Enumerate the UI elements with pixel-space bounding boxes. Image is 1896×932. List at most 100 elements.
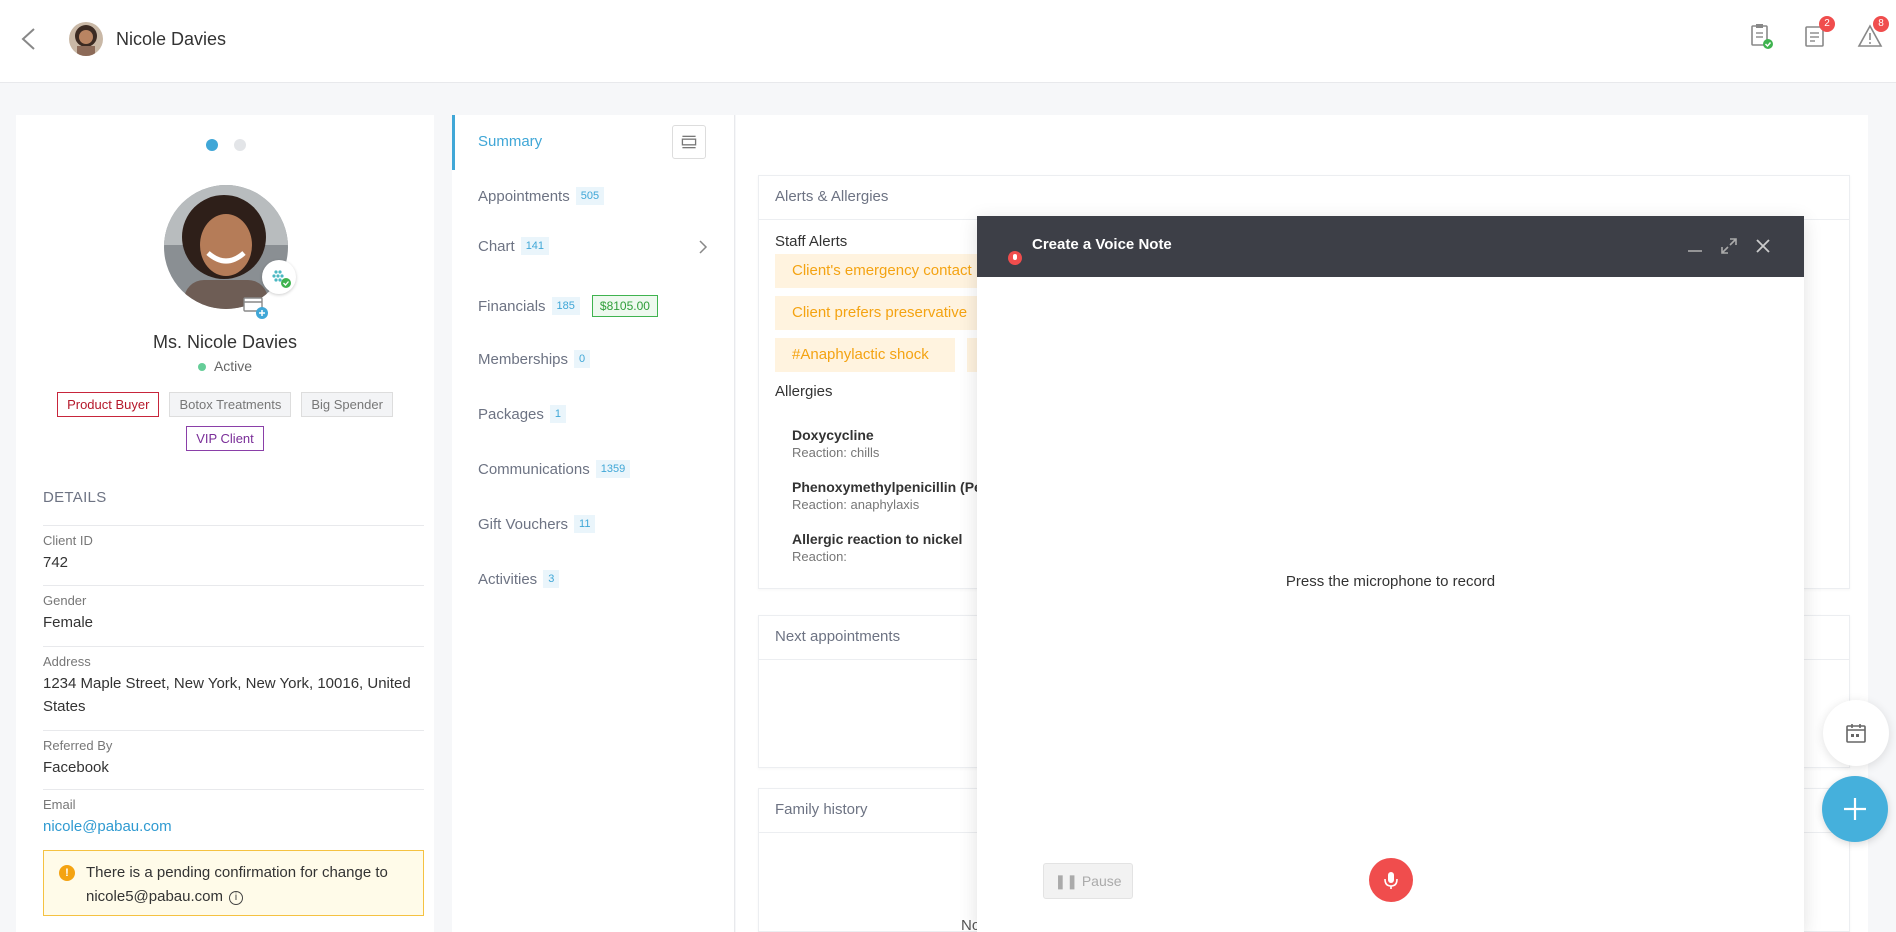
staff-alerts-title: Staff Alerts (775, 233, 848, 250)
detail-client-id: Client ID 742 (43, 525, 424, 574)
nav-label: Communications (478, 460, 590, 478)
nav-financials[interactable]: Financials 185 $8105.00 (478, 295, 658, 317)
nav-count: 185 (551, 297, 580, 315)
nav-packages[interactable]: Packages 1 (478, 405, 566, 423)
nav-chart[interactable]: Chart 141 (478, 237, 550, 255)
profile-name: Ms. Nicole Davies (152, 332, 298, 352)
add-fab[interactable] (1822, 776, 1888, 842)
allergy-reaction: Reaction: chills (792, 445, 880, 460)
record-button[interactable] (1369, 858, 1413, 902)
top-bar: Nicole Davies 2 8 (0, 0, 1896, 83)
pause-button[interactable]: ❚❚ Pause (1043, 863, 1133, 899)
detail-value: Female (43, 614, 94, 631)
nav-appointments[interactable]: Appointments 505 (478, 187, 605, 205)
carousel-dots (206, 139, 246, 151)
allergy-item: Doxycycline Reaction: chills (792, 427, 879, 460)
nav-label: Summary (478, 133, 543, 150)
info-icon[interactable]: i (228, 891, 243, 905)
nav-label: Packages (478, 405, 544, 423)
nav-count: 141 (520, 237, 550, 255)
allergy-reaction: Reaction: anaphylaxis (792, 497, 920, 512)
detail-label: Email (43, 797, 76, 812)
avatar[interactable] (69, 22, 103, 56)
allergy-name: Phenoxymethylpenicillin (Pe (792, 479, 982, 495)
nav-summary[interactable]: Summary (478, 133, 542, 150)
modal-title: Create a Voice Note (1032, 236, 1172, 253)
detail-value: Facebook (43, 759, 109, 776)
chevron-right-icon[interactable] (696, 239, 710, 255)
nav-gift-vouchers[interactable]: Gift Vouchers 11 (478, 515, 596, 533)
nav-count: 505 (575, 187, 605, 205)
calendar-icon (1846, 724, 1866, 743)
detail-value: 742 (43, 554, 69, 571)
notes-badge: 2 (1819, 16, 1835, 32)
carousel-dot-2[interactable] (234, 139, 246, 151)
nav-label: Memberships (478, 350, 569, 368)
modal-header: Create a Voice Note (977, 216, 1804, 277)
allergies-title: Allergies (775, 383, 833, 400)
staff-alert[interactable]: #Anaphylactic shock (775, 338, 955, 372)
email-link[interactable]: nicole@pabau.com (43, 815, 424, 838)
tag-vip-client[interactable]: VIP Client (186, 426, 264, 451)
allergy-reaction: Reaction: (792, 549, 847, 564)
voice-note-modal: Create a Voice Note Press the microphone… (977, 216, 1804, 932)
pause-label: Pause (1081, 873, 1122, 889)
tag-big-spender[interactable]: Big Spender (301, 392, 393, 417)
allergy-name: Doxycycline (792, 427, 874, 443)
status-text: Active (213, 358, 253, 374)
detail-email: Email nicole@pabau.com (43, 789, 424, 838)
pause-icon: ❚❚ (1054, 873, 1078, 889)
calendar-fab[interactable] (1823, 700, 1889, 766)
detail-address: Address 1234 Maple Street, New York, New… (43, 646, 424, 718)
detail-referred-by: Referred By Facebook (43, 730, 424, 779)
financial-balance: $8105.00 (591, 295, 658, 317)
status-badge: Active (16, 358, 434, 374)
staff-alert[interactable]: Client prefers preservative (775, 296, 995, 330)
nav-count: 3 (543, 570, 560, 588)
section-nav: Summary Appointments 505 Chart 141 Financi… (452, 115, 735, 932)
allergy-item: Allergic reaction to nickel Reaction: (792, 531, 962, 564)
profile-card: Ms. Nicole Davies Active Product Buyer B… (16, 115, 434, 932)
back-arrow-icon[interactable] (18, 26, 40, 52)
card-add-icon[interactable] (242, 295, 270, 321)
tag-product-buyer[interactable]: Product Buyer (57, 392, 160, 417)
status-dot-icon (197, 363, 206, 372)
nav-label: Financials (478, 297, 546, 315)
tag-botox-treatments[interactable]: Botox Treatments (169, 392, 292, 417)
nav-memberships[interactable]: Memberships 0 (478, 350, 591, 368)
details-title: DETAILS (43, 489, 107, 506)
plus-icon (1844, 798, 1866, 820)
nav-communications[interactable]: Communications 1359 (478, 460, 631, 478)
minimize-icon[interactable] (1685, 236, 1705, 256)
record-indicator-icon (1008, 251, 1022, 265)
detail-value: 1234 Maple Street, New York, New York, 1… (43, 675, 411, 715)
staff-alert[interactable]: Client's emergency contact (775, 254, 995, 288)
nav-label: Chart (478, 237, 515, 255)
nav-label: Appointments (478, 187, 570, 205)
nav-count: 1 (549, 405, 566, 423)
microphone-icon (1384, 872, 1398, 889)
panel-title: Alerts & Allergies (759, 176, 1849, 220)
alerts-badge: 8 (1873, 16, 1889, 32)
alert-triangle-icon[interactable]: 8 (1857, 16, 1889, 52)
nav-activities[interactable]: Activities 3 (478, 570, 560, 588)
expand-icon[interactable] (1719, 236, 1739, 256)
notes-icon[interactable]: 2 (1803, 16, 1835, 52)
detail-label: Gender (43, 593, 87, 608)
detail-label: Address (43, 654, 91, 669)
record-hint: Press the microphone to record (1285, 573, 1496, 590)
carousel-dot-1[interactable] (206, 139, 218, 151)
clipboard-check-icon[interactable] (1748, 22, 1778, 52)
nav-count: 11 (574, 515, 596, 533)
allergy-item: Phenoxymethylpenicillin (Pe Reaction: an… (792, 479, 982, 512)
nav-label: Gift Vouchers (478, 515, 569, 533)
collapse-button[interactable] (672, 125, 706, 159)
nav-active-indicator (452, 115, 455, 170)
verified-badge-icon (262, 260, 296, 294)
close-icon[interactable] (1753, 236, 1773, 256)
allergy-name: Allergic reaction to nickel (792, 531, 963, 547)
detail-label: Referred By (43, 738, 113, 753)
nav-count: 0 (574, 350, 591, 368)
tag-list: Product Buyer Botox Treatments Big Spend… (56, 392, 394, 451)
detail-label: Client ID (43, 533, 93, 548)
